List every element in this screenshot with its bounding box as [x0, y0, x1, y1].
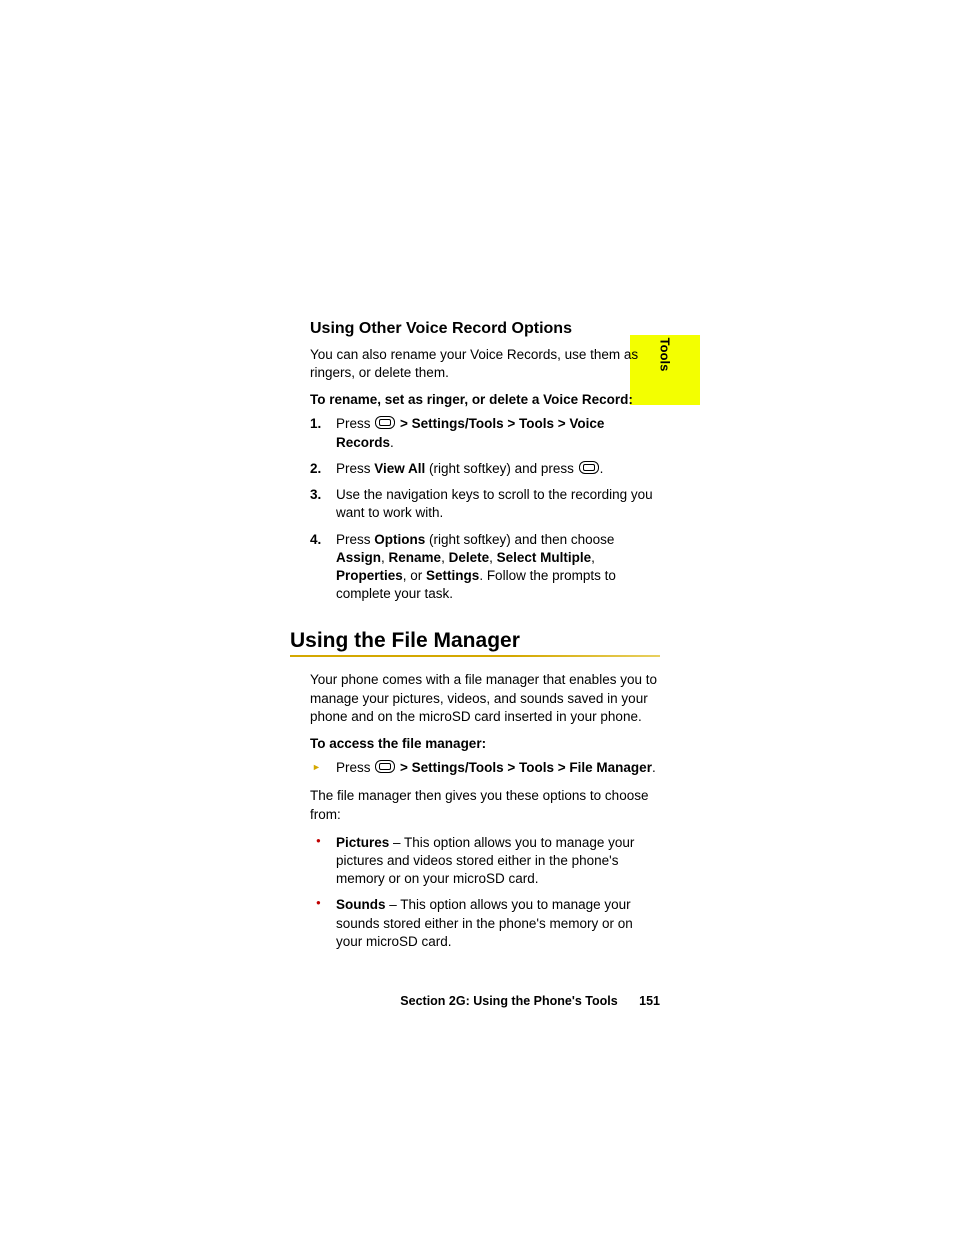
label-properties: Properties [336, 568, 403, 583]
ok-key-icon [375, 416, 395, 429]
page-content: Using Other Voice Record Options You can… [290, 320, 660, 961]
step-text: Press [336, 532, 374, 547]
ok-key-icon [579, 461, 599, 474]
step-text: Press [336, 416, 374, 431]
step-number: 4. [310, 531, 321, 549]
label-options: Options [374, 532, 425, 547]
label-view-all: View All [374, 461, 425, 476]
step-text: , [441, 550, 449, 565]
step-text: Press [336, 461, 374, 476]
step-number: 1. [310, 415, 321, 433]
file-manager-lead: To access the file manager: [310, 736, 660, 751]
label-assign: Assign [336, 550, 381, 565]
step-text: , or [403, 568, 426, 583]
section-body: Your phone comes with a file manager tha… [310, 671, 660, 951]
step-text: (right softkey) and press [425, 461, 577, 476]
page-footer: Section 2G: Using the Phone's Tools 151 [290, 994, 660, 1008]
footer-page-number: 151 [639, 994, 660, 1008]
step-path: > Settings/Tools > Tools > File Manager [396, 760, 652, 775]
label-settings: Settings [426, 568, 479, 583]
step-1: 1. Press > Settings/Tools > Tools > Voic… [310, 415, 660, 451]
option-label: Sounds [336, 897, 386, 912]
option-pictures: Pictures – This option allows you to man… [310, 834, 660, 889]
subheading-voice-record-options: Using Other Voice Record Options [310, 320, 660, 338]
procedure-steps: 1. Press > Settings/Tools > Tools > Voic… [310, 415, 660, 603]
arrow-step: Press > Settings/Tools > Tools > File Ma… [310, 759, 660, 777]
step-text: , [489, 550, 497, 565]
arrow-list: Press > Settings/Tools > Tools > File Ma… [310, 759, 660, 777]
file-manager-intro: Your phone comes with a file manager tha… [310, 671, 660, 726]
step-text: . [390, 435, 394, 450]
option-sounds: Sounds – This option allows you to manag… [310, 896, 660, 951]
step-text: Use the navigation keys to scroll to the… [336, 487, 653, 520]
section-heading-file-manager: Using the File Manager [290, 629, 660, 657]
label-rename: Rename [389, 550, 442, 565]
step-text: , [591, 550, 595, 565]
procedure-lead: To rename, set as ringer, or delete a Vo… [310, 392, 660, 407]
step-3: 3. Use the navigation keys to scroll to … [310, 486, 660, 522]
step-text: , [381, 550, 389, 565]
label-delete: Delete [449, 550, 490, 565]
label-select-multiple: Select Multiple [497, 550, 592, 565]
step-text: Press [336, 760, 374, 775]
intro-paragraph: You can also rename your Voice Records, … [310, 346, 660, 382]
step-text: . [652, 760, 656, 775]
option-label: Pictures [336, 835, 389, 850]
step-text: . [600, 461, 604, 476]
step-4: 4. Press Options (right softkey) and the… [310, 531, 660, 604]
step-2: 2. Press View All (right softkey) and pr… [310, 460, 660, 478]
step-number: 3. [310, 486, 321, 504]
step-text: (right softkey) and then choose [425, 532, 614, 547]
ok-key-icon [375, 760, 395, 773]
options-list: Pictures – This option allows you to man… [310, 834, 660, 951]
step-number: 2. [310, 460, 321, 478]
file-manager-after: The file manager then gives you these op… [310, 787, 660, 823]
footer-section: Section 2G: Using the Phone's Tools [400, 994, 617, 1008]
